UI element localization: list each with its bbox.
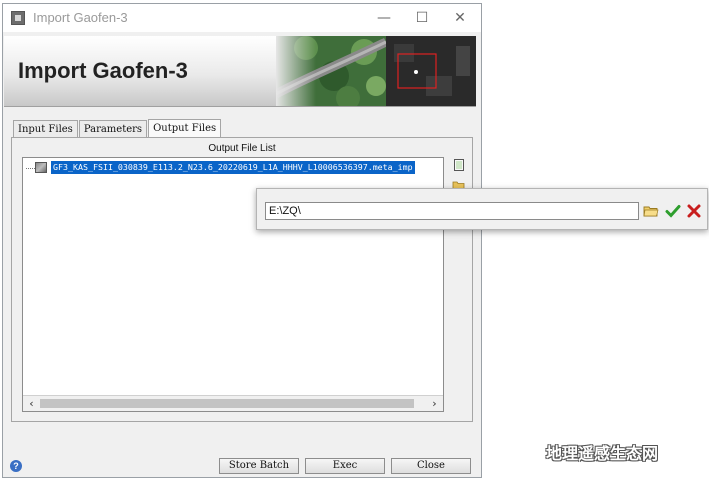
maximize-icon[interactable]: ☐ [403,6,441,30]
tab-strip: Input Files Parameters Output Files [13,117,222,138]
tab-output-files[interactable]: Output Files [148,119,222,138]
close-icon[interactable]: ✕ [441,6,479,30]
store-batch-button[interactable]: Store Batch [219,458,299,474]
output-file-list-caption: Output File List [208,143,276,154]
output-files-panel: Output File List GF3_KAS_FSII_030839_E11… [11,137,473,422]
checkmark-icon[interactable] [665,203,681,219]
tab-parameters[interactable]: Parameters [78,120,148,137]
output-file-name[interactable]: GF3_KAS_FSII_030839_E113.2_N23.6_2022061… [51,161,415,174]
banner-title: Import Gaofen-3 [18,58,188,83]
scroll-left-icon[interactable]: ‹ [24,396,39,411]
import-dialog-window: Import Gaofen-3 — ☐ ✕ Import Gaofen-3 In… [2,3,482,478]
minimize-icon[interactable]: — [365,6,403,30]
horizontal-scrollbar[interactable]: ‹ › [23,395,443,411]
tab-input-files[interactable]: Input Files [13,120,78,137]
scroll-right-icon[interactable]: › [427,396,442,411]
exec-button[interactable]: Exec [305,458,385,474]
title-bar[interactable]: Import Gaofen-3 — ☐ ✕ [3,4,481,32]
help-icon[interactable]: ? [10,460,22,472]
banner-satellite-image [276,36,476,106]
file-icon [35,162,47,173]
bottom-button-bar: ? Store Batch Exec Close [3,454,481,476]
window-title: Import Gaofen-3 [33,10,128,25]
output-path-input[interactable] [265,202,639,220]
scrollbar-thumb[interactable] [40,399,414,408]
list-item[interactable]: GF3_KAS_FSII_030839_E113.2_N23.6_2022061… [23,161,443,175]
watermark-text: 地理遥感生态网 [546,444,659,463]
cancel-icon[interactable] [686,203,702,219]
output-path-popup [256,188,708,230]
app-icon [11,11,25,25]
header-banner: Import Gaofen-3 [4,36,476,107]
new-file-icon[interactable] [452,158,466,172]
tree-connector [26,168,35,169]
folder-icon[interactable] [643,203,659,219]
close-button[interactable]: Close [391,458,471,474]
